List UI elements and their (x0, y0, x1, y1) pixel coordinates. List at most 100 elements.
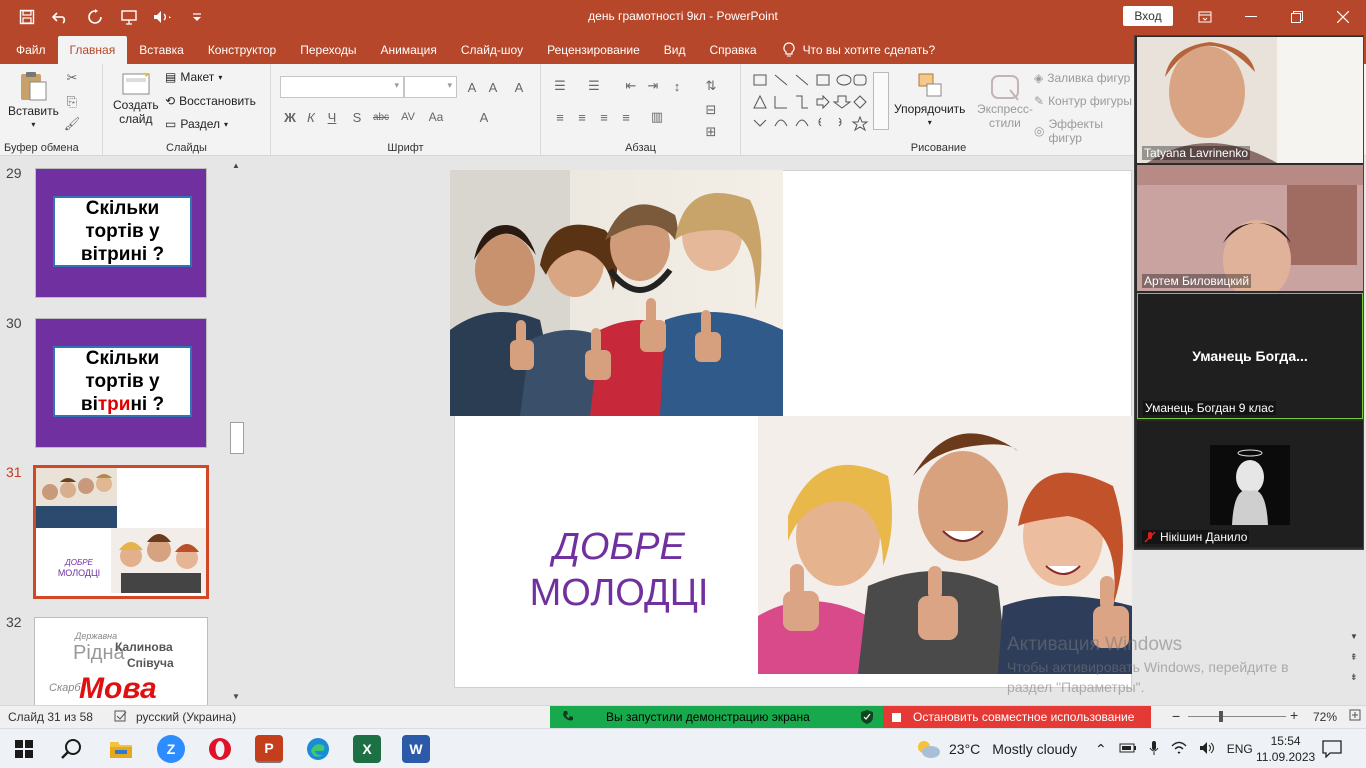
thumbnail-slide-31[interactable]: ДОБРЕ МОЛОДЦІ (33, 465, 209, 599)
tell-me-search[interactable]: Что вы хотите сделать? (769, 36, 935, 64)
edge-icon[interactable] (304, 735, 332, 763)
strikethrough-button[interactable]: abc (369, 109, 393, 125)
undo-icon[interactable] (50, 6, 72, 28)
section-button[interactable]: ▭ Раздел ▾ (165, 117, 228, 131)
italic-button[interactable]: К (303, 109, 319, 125)
stop-sharing-button[interactable]: Остановить совместное использование (883, 706, 1151, 728)
arrange-button[interactable]: Упорядочить ▾ (894, 72, 965, 127)
zoom-in-button[interactable]: + (1290, 707, 1298, 723)
zoom-level[interactable]: 72% (1313, 710, 1337, 724)
thumbnail-slide-30[interactable]: Скільки тортів у вітрині ? (35, 318, 207, 448)
bullets-icon[interactable]: ☰ (552, 78, 568, 94)
microphone-icon[interactable] (1149, 740, 1159, 759)
battery-icon[interactable] (1119, 742, 1137, 757)
smartart-icon[interactable]: ⊞ (703, 124, 719, 140)
clear-format-icon[interactable]: A (511, 79, 527, 95)
font-color-icon[interactable]: A (476, 109, 492, 125)
new-slide-button[interactable]: Создать слайд (113, 70, 159, 126)
columns-icon[interactable]: ▥ (649, 109, 665, 125)
powerpoint-icon[interactable]: P (255, 735, 283, 763)
wifi-icon[interactable] (1171, 741, 1187, 758)
minimize-icon[interactable] (1228, 0, 1274, 33)
scrollbar-thumb[interactable] (230, 422, 244, 454)
copy-icon[interactable]: ⎘ (64, 94, 80, 110)
slideshow-icon[interactable] (118, 6, 140, 28)
align-center-icon[interactable]: ≡ (574, 109, 590, 125)
font-name-combo[interactable]: ▾ (280, 76, 404, 98)
font-size-combo[interactable]: ▾ (404, 76, 457, 98)
tab-animations[interactable]: Анимация (369, 36, 449, 64)
cut-icon[interactable]: ✂ (64, 70, 80, 86)
close-icon[interactable] (1320, 0, 1366, 33)
decrease-indent-icon[interactable]: ⇤ (623, 78, 639, 94)
shapes-gallery-scroll[interactable] (873, 72, 889, 130)
change-case-button[interactable]: Aa (425, 109, 447, 125)
tab-home[interactable]: Главная (57, 36, 128, 64)
char-spacing-button[interactable]: AV (397, 109, 419, 125)
scroll-up-icon[interactable]: ▲ (232, 161, 240, 170)
signin-button[interactable]: Вход (1123, 6, 1173, 26)
shape-outline-button[interactable]: ✎ Контур фигуры (1034, 94, 1132, 108)
grow-font-icon[interactable]: A (464, 79, 480, 95)
speaker-icon[interactable] (152, 6, 174, 28)
restore-icon[interactable] (1274, 0, 1320, 33)
align-right-icon[interactable]: ≡ (596, 109, 612, 125)
tab-insert[interactable]: Вставка (127, 36, 196, 64)
word-icon[interactable]: W (402, 735, 430, 763)
tab-design[interactable]: Конструктор (196, 36, 288, 64)
tab-slideshow[interactable]: Слайд-шоу (449, 36, 535, 64)
shadow-button[interactable]: S (349, 109, 365, 125)
underline-button[interactable]: Ч (324, 109, 340, 125)
language-indicator[interactable]: русский (Украина) (136, 710, 236, 724)
clock[interactable]: 15:54 11.09.2023 (1256, 729, 1315, 768)
tab-transitions[interactable]: Переходы (288, 36, 368, 64)
participant-tile-4[interactable]: Нікішин Данило (1137, 421, 1363, 547)
shape-effects-button[interactable]: ◎ Эффекты фигур (1034, 117, 1136, 145)
search-icon[interactable] (58, 735, 86, 763)
prev-slide-icon[interactable]: ⇞ (1350, 652, 1358, 663)
tab-view[interactable]: Вид (652, 36, 698, 64)
volume-icon[interactable] (1199, 741, 1215, 758)
editor-scroll-down-icon[interactable]: ▼ (1350, 632, 1358, 641)
align-left-icon[interactable]: ≡ (552, 109, 568, 125)
spellcheck-icon[interactable] (114, 709, 128, 726)
participant-tile-3[interactable]: Уманець Богда... Уманець Богдан 9 клас (1137, 293, 1363, 419)
keyboard-language[interactable]: ENG (1227, 742, 1253, 756)
thumbnail-scrollbar[interactable]: ▲ ▼ (229, 157, 246, 705)
zoom-out-button[interactable]: − (1172, 708, 1180, 724)
reset-button[interactable]: ⟲ Восстановить (165, 94, 256, 108)
participant-tile-2[interactable]: Артем Биловицкий (1137, 165, 1363, 291)
zoom-slider[interactable] (1188, 716, 1286, 717)
slide-title-text[interactable]: ДОБРЕ МОЛОДЦІ (490, 524, 748, 616)
next-slide-icon[interactable]: ⇟ (1350, 672, 1358, 683)
tab-review[interactable]: Рецензирование (535, 36, 652, 64)
numbering-icon[interactable]: ☰ (586, 78, 602, 94)
ribbon-display-icon[interactable] (1182, 0, 1228, 33)
bold-button[interactable]: Ж (282, 109, 298, 125)
shapes-gallery[interactable] (751, 72, 891, 132)
line-spacing-icon[interactable]: ↕ (669, 78, 685, 94)
layout-button[interactable]: ▤ Макет ▾ (165, 70, 222, 84)
weather-widget[interactable]: 23°C Mostly cloudy (915, 729, 1077, 768)
customize-icon[interactable] (186, 6, 208, 28)
slide-photo-group-1[interactable] (450, 170, 783, 416)
shape-fill-button[interactable]: ◈ Заливка фигур (1034, 71, 1130, 85)
scroll-down-icon[interactable]: ▼ (232, 692, 240, 701)
increase-indent-icon[interactable]: ⇥ (645, 78, 661, 94)
zoom-app-icon[interactable]: Z (157, 735, 185, 763)
save-icon[interactable] (16, 6, 38, 28)
excel-icon[interactable]: X (353, 735, 381, 763)
tab-help[interactable]: Справка (697, 36, 768, 64)
chevron-up-icon[interactable]: ⌃ (1095, 741, 1107, 758)
align-text-icon[interactable]: ⊟ (703, 102, 719, 118)
participant-tile-1[interactable]: Tatyana Lavrinenko (1137, 37, 1363, 163)
text-direction-icon[interactable]: ⇅ (703, 78, 719, 94)
fit-to-window-icon[interactable] (1349, 709, 1361, 724)
format-painter-icon[interactable]: 🖌 (64, 116, 81, 132)
notifications-icon[interactable] (1322, 729, 1342, 768)
zoom-slider-thumb[interactable] (1219, 711, 1223, 722)
thumbnail-slide-29[interactable]: Скільки тортів у вітрині ? (35, 168, 207, 298)
justify-icon[interactable]: ≡ (618, 109, 634, 125)
redo-icon[interactable] (84, 6, 106, 28)
quick-styles-button[interactable]: Экспресс- стили (977, 72, 1033, 130)
